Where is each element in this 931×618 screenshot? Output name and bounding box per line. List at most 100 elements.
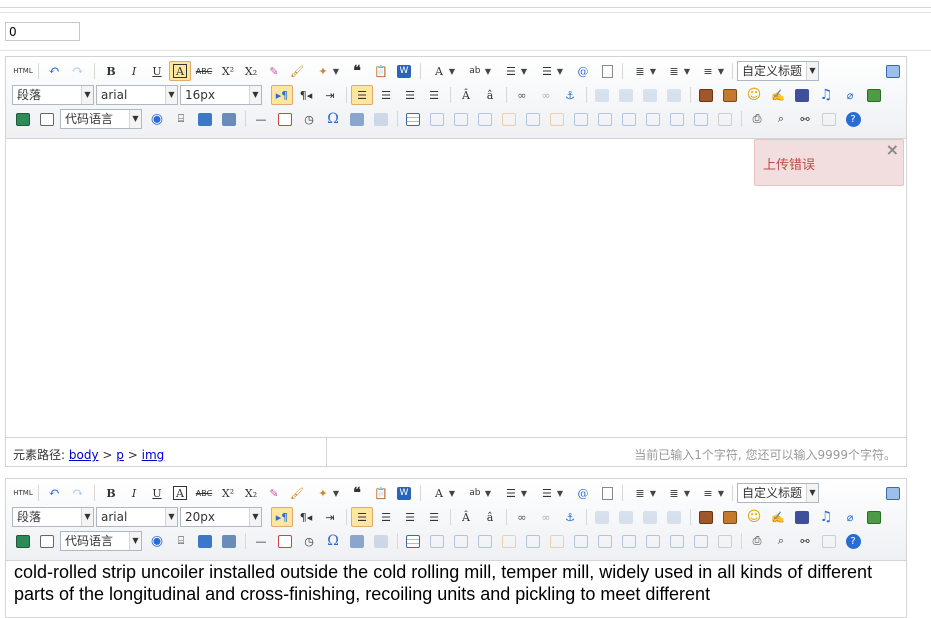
- wordimage-button[interactable]: [370, 109, 392, 129]
- date-button[interactable]: [274, 531, 296, 551]
- format-match-button[interactable]: 🖌: [286, 483, 308, 503]
- bold-button[interactable]: B: [100, 483, 122, 503]
- preview-button[interactable]: ⌕: [770, 109, 792, 129]
- redo-button[interactable]: ↷: [67, 61, 89, 81]
- subscript-button[interactable]: X₂: [240, 61, 262, 81]
- uppercase-button[interactable]: Â: [455, 507, 477, 527]
- blockquote-button[interactable]: ❝: [346, 61, 368, 81]
- indent-button[interactable]: ⇥: [319, 507, 341, 527]
- bold-button[interactable]: B: [100, 61, 122, 81]
- insert-table-button[interactable]: [402, 531, 424, 551]
- horizontal-rule-button[interactable]: —: [250, 109, 272, 129]
- uppercase-button[interactable]: Â: [455, 85, 477, 105]
- link-button[interactable]: ∞: [511, 507, 533, 527]
- link-button[interactable]: ∞: [511, 85, 533, 105]
- delete-row-button[interactable]: [498, 531, 520, 551]
- align-right-button[interactable]: ☰: [399, 507, 421, 527]
- blockquote-button[interactable]: ❝: [346, 483, 368, 503]
- code-language-select[interactable]: 代码语言 ▼: [60, 109, 142, 129]
- help-button[interactable]: ?: [842, 531, 864, 551]
- strikethrough-button[interactable]: ABC: [192, 61, 216, 81]
- unlink-button[interactable]: ∞: [535, 507, 557, 527]
- chart-button[interactable]: [714, 531, 736, 551]
- ltr-button[interactable]: ▸¶: [271, 507, 293, 527]
- iframe-button[interactable]: [36, 531, 58, 551]
- print-button[interactable]: ⎙: [746, 109, 768, 129]
- split-rows-button[interactable]: [666, 531, 688, 551]
- paragraph-select[interactable]: 段落 ▼: [12, 507, 94, 527]
- italic-button[interactable]: I: [123, 483, 145, 503]
- time-button[interactable]: ◷: [298, 531, 320, 551]
- image-center-button[interactable]: [663, 507, 685, 527]
- merge-down-button[interactable]: [618, 531, 640, 551]
- template-button[interactable]: ◉: [146, 531, 168, 551]
- align-center-button[interactable]: ☰: [375, 507, 397, 527]
- multi-image-button[interactable]: [719, 85, 741, 105]
- emotion-button[interactable]: ☺: [743, 507, 765, 527]
- underline-button[interactable]: U: [146, 61, 168, 81]
- background-button[interactable]: [194, 531, 216, 551]
- row-spacing-button[interactable]: ≣ ▼: [662, 61, 694, 81]
- align-justify-button[interactable]: ☰: [423, 85, 445, 105]
- merge-cells-button[interactable]: [570, 531, 592, 551]
- snapscreen-button[interactable]: [346, 531, 368, 551]
- new-document-button[interactable]: [596, 61, 618, 81]
- map-button[interactable]: [863, 85, 885, 105]
- code-language-select[interactable]: 代码语言 ▼: [60, 531, 142, 551]
- image-left-button[interactable]: [615, 85, 637, 105]
- multi-image-button[interactable]: [719, 507, 741, 527]
- path-link-body[interactable]: body: [69, 448, 99, 462]
- split-cells-button[interactable]: [642, 109, 664, 129]
- date-button[interactable]: [274, 109, 296, 129]
- split-rows-button[interactable]: [666, 109, 688, 129]
- chart-button[interactable]: [714, 109, 736, 129]
- help-button[interactable]: ?: [842, 109, 864, 129]
- auto-format-button[interactable]: ✦ ▼: [309, 483, 345, 503]
- line-height-button[interactable]: ≡ ▼: [696, 483, 728, 503]
- align-justify-button[interactable]: ☰: [423, 507, 445, 527]
- ordered-list-button[interactable]: ☰ ▼: [498, 61, 532, 81]
- merge-right-button[interactable]: [594, 531, 616, 551]
- image-none-button[interactable]: [591, 507, 613, 527]
- background-color-button[interactable]: ab ▼: [462, 61, 496, 81]
- special-char-button[interactable]: Ω: [322, 109, 344, 129]
- html-source-button[interactable]: HTML: [12, 61, 34, 81]
- unlink-button[interactable]: ∞: [535, 85, 557, 105]
- scrawl-button[interactable]: ✍: [767, 507, 789, 527]
- merge-down-button[interactable]: [618, 109, 640, 129]
- delete-col-button[interactable]: [546, 109, 568, 129]
- paragraph-spacing-button[interactable]: ≣ ▼: [628, 61, 660, 81]
- word-paste-button[interactable]: W: [393, 483, 415, 503]
- paragraph-select[interactable]: 段落 ▼: [12, 85, 94, 105]
- insert-col-button[interactable]: [522, 531, 544, 551]
- path-link-p[interactable]: p: [116, 448, 124, 462]
- font-border-button[interactable]: A: [169, 61, 191, 81]
- ordered-list-button[interactable]: ☰ ▼: [498, 483, 532, 503]
- italic-button[interactable]: I: [123, 61, 145, 81]
- insert-table-button[interactable]: [402, 109, 424, 129]
- template-button[interactable]: ◉: [146, 109, 168, 129]
- drafts-button[interactable]: [818, 109, 840, 129]
- insert-col-button[interactable]: [522, 109, 544, 129]
- split-cols-button[interactable]: [690, 531, 712, 551]
- anchor-button[interactable]: ⚓: [559, 507, 581, 527]
- insert-image-button[interactable]: [695, 85, 717, 105]
- insert-row-button[interactable]: [474, 109, 496, 129]
- merge-right-button[interactable]: [594, 109, 616, 129]
- superscript-button[interactable]: X²: [217, 61, 239, 81]
- delete-row-button[interactable]: [498, 109, 520, 129]
- drafts-button[interactable]: [818, 531, 840, 551]
- unordered-list-button[interactable]: ☰ ▼: [534, 61, 568, 81]
- eraser-button[interactable]: ✎: [263, 483, 285, 503]
- image-left-button[interactable]: [615, 507, 637, 527]
- align-left-button[interactable]: ☰: [351, 507, 373, 527]
- close-icon[interactable]: ×: [886, 140, 899, 159]
- number-input[interactable]: [5, 22, 80, 41]
- music-button[interactable]: ♫: [815, 85, 837, 105]
- paste-text-button[interactable]: 📋: [370, 483, 392, 503]
- wordimage-button[interactable]: [370, 531, 392, 551]
- align-right-button[interactable]: ☰: [399, 85, 421, 105]
- lowercase-button[interactable]: â: [479, 85, 501, 105]
- background-button[interactable]: [194, 109, 216, 129]
- undo-button[interactable]: ↶: [43, 61, 65, 81]
